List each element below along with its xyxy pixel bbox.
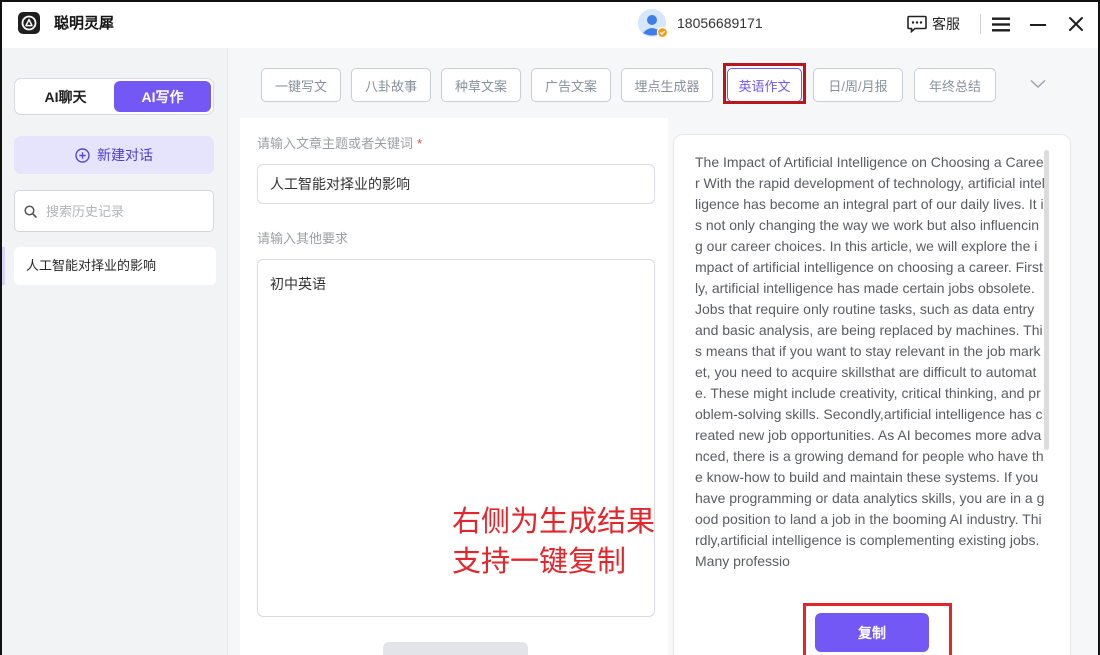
user-phone: 18056689171 xyxy=(677,15,763,31)
history-list: 人工智能对择业的影响 xyxy=(14,247,216,285)
mode-ai-writing[interactable]: AI写作 xyxy=(114,81,211,112)
new-chat-button[interactable]: 新建对话 xyxy=(14,136,214,174)
main-area: 一键写文 八卦故事 种草文案 广告文案 埋点生成器 英语作文 日/周/月报 年终… xyxy=(228,48,1100,655)
tab-ad-copy[interactable]: 广告文案 xyxy=(531,68,611,102)
copy-button[interactable]: 复制 xyxy=(815,613,929,652)
tab-one-click-write[interactable]: 一键写文 xyxy=(261,68,341,102)
result-scrollbar[interactable] xyxy=(1044,150,1049,450)
mode-ai-chat[interactable]: AI聊天 xyxy=(17,81,114,112)
topic-input[interactable] xyxy=(257,164,655,204)
title-bar: 聪明灵犀 18056689171 客服 xyxy=(0,0,1100,48)
requirements-label: 请输入其他要求 xyxy=(257,231,349,246)
topic-label: 请输入文章主题或者关键词 * xyxy=(257,135,422,153)
requirements-textarea[interactable]: 初中英语 xyxy=(257,259,655,617)
history-item[interactable]: 人工智能对择业的影响 xyxy=(14,247,216,285)
search-icon xyxy=(24,205,37,218)
user-avatar-icon[interactable] xyxy=(638,9,669,40)
generate-button[interactable] xyxy=(383,642,528,655)
minimize-icon[interactable] xyxy=(1028,15,1048,33)
new-chat-label: 新建对话 xyxy=(97,147,153,163)
tab-gossip-story[interactable]: 八卦故事 xyxy=(351,68,431,102)
tab-reports[interactable]: 日/周/月报 xyxy=(813,68,903,102)
close-icon[interactable] xyxy=(1066,15,1086,33)
chat-bubble-icon xyxy=(907,15,927,33)
tab-year-end-summary[interactable]: 年终总结 xyxy=(914,68,996,102)
hamburger-menu-icon[interactable] xyxy=(991,15,1011,33)
history-search xyxy=(14,190,214,232)
mode-toggle: AI聊天 AI写作 xyxy=(14,78,214,115)
history-active-indicator xyxy=(2,247,5,285)
writing-type-tabs: 一键写文 八卦故事 种草文案 广告文案 埋点生成器 英语作文 日/周/月报 年终… xyxy=(228,68,1100,102)
search-input[interactable] xyxy=(14,190,214,232)
input-form: 请输入文章主题或者关键词* 请输入其他要求 初中英语 xyxy=(240,118,668,655)
chevron-down-icon[interactable] xyxy=(1030,79,1046,89)
tab-recommendation-copy[interactable]: 种草文案 xyxy=(441,68,521,102)
sidebar: AI聊天 AI写作 新建对话 人工智能对择业的影响 xyxy=(0,48,228,655)
title-bar-divider xyxy=(980,14,981,34)
tab-english-essay[interactable]: 英语作文 xyxy=(727,68,802,102)
app-logo-icon xyxy=(18,12,40,34)
app-title: 聪明灵犀 xyxy=(54,15,115,32)
required-mark: * xyxy=(417,136,423,151)
customer-service-label: 客服 xyxy=(932,16,960,32)
result-panel: The Impact of Artificial Intelligence on… xyxy=(673,134,1071,655)
plus-circle-icon xyxy=(75,147,90,163)
tab-plot-generator[interactable]: 埋点生成器 xyxy=(621,68,713,102)
result-text: The Impact of Artificial Intelligence on… xyxy=(695,154,1045,569)
customer-service-button[interactable]: 客服 xyxy=(907,13,960,35)
topic-label-text: 请输入文章主题或者关键词 xyxy=(257,136,414,151)
